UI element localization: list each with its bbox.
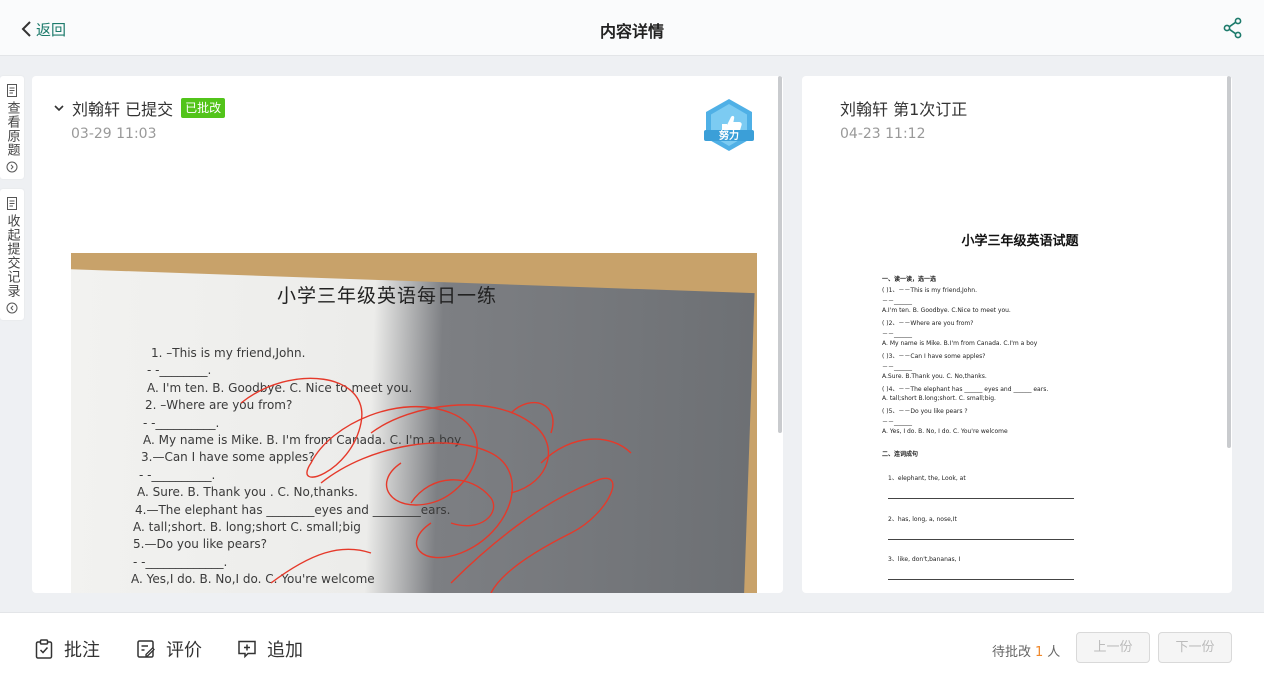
collapse-records-label: 收起提交记录: [4, 214, 20, 298]
evaluate-label: 评价: [166, 640, 202, 661]
pending-suffix: 人: [1047, 645, 1061, 660]
sheet-text-line: －－______: [882, 298, 913, 305]
photo-text-line: - -_____________.: [133, 554, 228, 569]
circle-arrow-right-icon: [6, 161, 18, 173]
photo-text-line: A. Sure. B. Thank you . C. No,thanks.: [137, 485, 358, 500]
view-original-label: 查看原题: [4, 101, 20, 157]
evaluate-button[interactable]: 评价: [136, 636, 202, 662]
sheet-text-line: A.I'm ten. B. Goodbye. C.Nice to meet yo…: [882, 307, 1011, 314]
thumbs-up-medal-icon: 努力: [704, 99, 754, 151]
photo-text-line: - -__________.: [139, 467, 216, 482]
append-label: 追加: [267, 640, 303, 661]
correction-time: 04-23 11:12: [840, 126, 926, 142]
prev-button[interactable]: 上一份: [1076, 632, 1150, 663]
next-button[interactable]: 下一份: [1158, 632, 1232, 663]
student-status: 刘翰轩 已提交: [72, 100, 174, 119]
sheet-text-line: 一、读一读，选一选: [882, 276, 937, 283]
add-comment-icon: [238, 640, 256, 659]
photo-text-line: - -________.: [147, 363, 212, 378]
sheet-text-line: －－______: [882, 331, 913, 338]
sheet-text-line: A. My name is Mike. B.I'm from Canada. C…: [882, 340, 1038, 347]
document-icon: [7, 197, 17, 210]
photo-text-line: 4.—The elephant has ________eyes and ___…: [135, 502, 451, 517]
photo-text-line: - -__________.: [143, 415, 220, 430]
photo-title: 小学三年级英语每日一练: [277, 285, 498, 307]
view-original-button[interactable]: 查看原题: [0, 76, 24, 179]
collapse-records-button[interactable]: 收起提交记录: [0, 189, 24, 320]
sheet-text-line: 1、elephant, the, Look, at: [888, 475, 966, 482]
photo-text-line: 3.—Can I have some apples?: [141, 450, 315, 465]
photo-text-line: A. My name is Mike. B. I'm from Canada. …: [143, 433, 462, 447]
submission-time: 03-29 11:03: [71, 126, 157, 142]
document-icon: [7, 84, 17, 97]
photo-text-line: 1. –This is my friend,John.: [151, 346, 306, 360]
homework-photo[interactable]: 小学三年级英语每日一练 1. –This is my friend,John. -…: [71, 253, 757, 593]
medal-label: 努力: [719, 129, 739, 142]
answer-line: [888, 498, 1074, 499]
sheet-text-line: ( )1、－－This is my friend,John.: [882, 287, 977, 294]
sheet-text-line: 二、连词成句: [882, 451, 919, 458]
scrollbar[interactable]: [777, 76, 783, 593]
submission-card: 刘翰轩 已提交 已批改 03-29 11:03 努力 小学三年级英语每日一练 1…: [32, 76, 783, 593]
annotate-button[interactable]: 批注: [34, 636, 100, 662]
annotate-label: 批注: [64, 640, 100, 661]
scrollbar[interactable]: [1226, 76, 1232, 593]
edit-note-icon: [137, 640, 155, 658]
sheet-text-line: －－______: [882, 364, 913, 371]
pending-count: 1: [1035, 645, 1044, 660]
pending-prefix: 待批改: [992, 645, 1032, 660]
footer-toolbar: 批注 评价 追加 待批改 1 人 上一份 下一份: [0, 612, 1264, 681]
page-title: 内容详情: [599, 22, 664, 41]
photo-text-line: 5.—Do you like pears?: [133, 537, 268, 552]
sheet-text-line: 2、has, long, a, nose,It: [888, 516, 957, 523]
pending-counter: 待批改 1 人: [992, 641, 1060, 660]
sheet-text-line: －－______: [882, 419, 913, 426]
status-badge: 已批改: [181, 98, 226, 118]
answer-line: [888, 539, 1074, 540]
top-bar: 返回 内容详情: [0, 0, 1264, 56]
sheet-text-line: 3、like, don't,bananas, I: [888, 556, 961, 563]
sheet-title: 小学三年级英语试题: [961, 234, 1079, 249]
sheet-text-line: A.Sure. B.Thank you. C. No,thanks.: [882, 373, 987, 380]
append-button[interactable]: 追加: [237, 636, 303, 662]
photo-text-line: A. tall;short. B. long;short C. small;bi…: [133, 520, 361, 534]
medal-badge: 努力: [700, 96, 758, 154]
sheet-text-line: A. Yes, I do. B. No, I do. C. You're wel…: [882, 428, 1008, 435]
scrollbar-thumb[interactable]: [1227, 76, 1231, 448]
correction-sheet-image[interactable]: 小学三年级英语试题 一、读一读，选一选 ( )1、－－This is my fri…: [840, 196, 1200, 593]
sheet-text-line: ( )5、－－Do you like pears ?: [882, 408, 968, 415]
sheet-text-line: ( )2、－－Where are you from?: [882, 320, 974, 327]
photo-text-line: 2. –Where are you from?: [145, 398, 293, 413]
sheet-text-line: ( )4、－－The elephant has ______ eyes and …: [882, 386, 1049, 393]
photo-text-line: A. I'm ten. B. Goodbye. C. Nice to meet …: [147, 380, 413, 395]
sheet-text-line: A. tall;short B.long;short. C. small;big…: [882, 395, 996, 402]
photo-text-line: A. Yes,I do. B. No,I do. C. You're welco…: [131, 572, 375, 587]
scrollbar-thumb[interactable]: [778, 76, 782, 433]
correction-title: 刘翰轩 第1次订正: [840, 100, 968, 119]
circle-arrow-left-icon: [6, 302, 18, 314]
sheet-text-line: ( )3、－－Can I have some apples?: [882, 353, 986, 360]
share-icon[interactable]: [1222, 17, 1244, 39]
correction-card: 刘翰轩 第1次订正 04-23 11:12 小学三年级英语试题 一、读一读，选一…: [802, 76, 1232, 593]
chevron-down-icon[interactable]: [52, 101, 66, 115]
clipboard-check-icon: [35, 639, 53, 659]
side-rail: 查看原题 收起提交记录: [0, 76, 24, 320]
submission-header: 刘翰轩 已提交 已批改: [52, 96, 226, 120]
answer-line: [888, 579, 1074, 580]
